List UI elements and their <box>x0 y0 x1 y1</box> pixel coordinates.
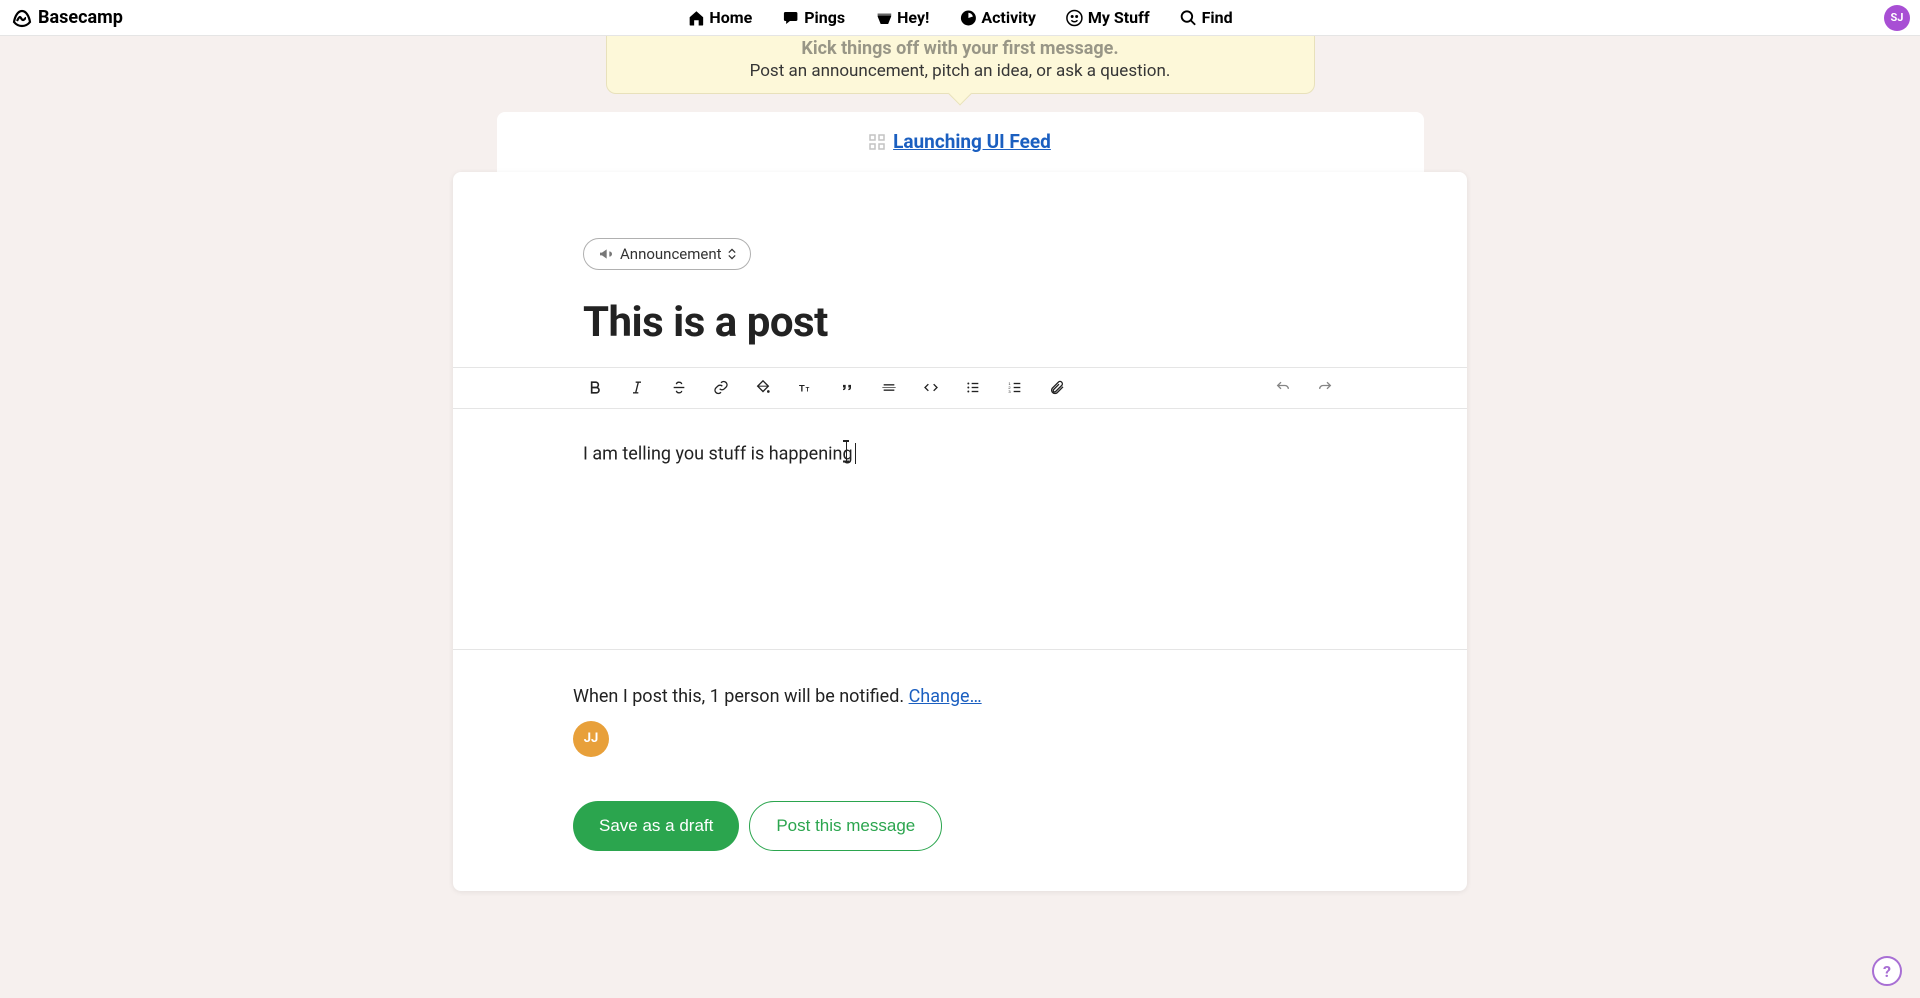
home-icon <box>687 9 705 27</box>
redo-icon <box>1317 378 1333 397</box>
formatting-toolbar: TT 123 <box>453 367 1467 409</box>
tip-subtitle: Post an announcement, pitch an idea, or … <box>623 61 1298 81</box>
editor-card: Announcement This is a post TT 123 <box>453 172 1467 891</box>
category-selector[interactable]: Announcement <box>583 238 751 270</box>
svg-text:3: 3 <box>1008 389 1011 394</box>
number-list-button[interactable]: 123 <box>1003 376 1027 400</box>
divider-icon <box>881 378 897 397</box>
number-list-icon: 123 <box>1007 378 1023 397</box>
italic-icon <box>629 378 645 397</box>
bold-button[interactable] <box>583 376 607 400</box>
redo-button[interactable] <box>1313 376 1337 400</box>
paint-bucket-icon <box>755 378 771 397</box>
main-nav: Home Pings Hey! Activity My Stuff Find <box>687 8 1232 27</box>
bullet-list-button[interactable] <box>961 376 985 400</box>
tip-banner: Kick things off with your first message.… <box>606 36 1315 94</box>
notify-prefix: When I post this, 1 person will be notif… <box>573 686 909 707</box>
grid-icon <box>869 134 885 150</box>
basecamp-logo-icon <box>10 6 34 30</box>
link-icon <box>713 378 729 397</box>
pings-icon <box>782 9 800 27</box>
italic-button[interactable] <box>625 376 649 400</box>
heading-icon: TT <box>797 378 813 397</box>
change-notify-link[interactable]: Change… <box>909 686 982 707</box>
bold-icon <box>587 378 603 397</box>
tip-title: Kick things off with your first message. <box>623 38 1298 59</box>
post-message-button[interactable]: Post this message <box>749 801 942 851</box>
hey-icon <box>875 9 893 27</box>
nav-home[interactable]: Home <box>687 8 752 27</box>
nav-mystuff-label: My Stuff <box>1088 8 1150 27</box>
save-draft-button[interactable]: Save as a draft <box>573 801 739 851</box>
strikethrough-icon <box>671 378 687 397</box>
user-avatar[interactable]: SJ <box>1884 5 1910 31</box>
color-button[interactable] <box>751 376 775 400</box>
nav-activity[interactable]: Activity <box>959 8 1036 27</box>
nav-find-label: Find <box>1202 8 1233 27</box>
project-link-bar: Launching UI Feed <box>497 112 1424 172</box>
undo-button[interactable] <box>1271 376 1295 400</box>
undo-icon <box>1275 378 1291 397</box>
top-navbar: Basecamp Home Pings Hey! Activity My Stu… <box>0 0 1920 36</box>
nav-activity-label: Activity <box>981 8 1036 27</box>
category-label: Announcement <box>620 245 722 263</box>
heading-button[interactable]: TT <box>793 376 817 400</box>
bullet-list-icon <box>965 378 981 397</box>
quote-button[interactable] <box>835 376 859 400</box>
svg-text:T: T <box>799 384 805 394</box>
nav-mystuff[interactable]: My Stuff <box>1066 8 1150 27</box>
project-link[interactable]: Launching UI Feed <box>869 130 1051 153</box>
editor-text: I am telling you stuff is happening <box>583 443 853 464</box>
project-link-label: Launching UI Feed <box>893 130 1051 153</box>
nav-find[interactable]: Find <box>1180 8 1233 27</box>
notify-line: When I post this, 1 person will be notif… <box>573 686 1347 707</box>
notify-avatar[interactable]: JJ <box>573 721 609 757</box>
divider-button[interactable] <box>877 376 901 400</box>
nav-hey-label: Hey! <box>897 8 929 27</box>
megaphone-icon <box>598 246 614 262</box>
code-button[interactable] <box>919 376 943 400</box>
brand[interactable]: Basecamp <box>0 6 123 30</box>
nav-home-label: Home <box>709 8 752 27</box>
paperclip-icon <box>1049 378 1065 397</box>
chevrons-icon <box>728 248 736 260</box>
nav-pings[interactable]: Pings <box>782 8 845 27</box>
mystuff-icon <box>1066 9 1084 27</box>
post-title-input[interactable]: This is a post <box>583 298 1337 347</box>
nav-pings-label: Pings <box>804 8 845 27</box>
link-button[interactable] <box>709 376 733 400</box>
strikethrough-button[interactable] <box>667 376 691 400</box>
brand-name: Basecamp <box>38 7 123 28</box>
post-footer: When I post this, 1 person will be notif… <box>453 649 1467 891</box>
quote-icon <box>839 378 855 397</box>
editor-body[interactable]: I am telling you stuff is happening <box>453 409 1467 649</box>
activity-icon <box>959 9 977 27</box>
attachment-button[interactable] <box>1045 376 1069 400</box>
help-button[interactable]: ? <box>1872 956 1902 986</box>
nav-hey[interactable]: Hey! <box>875 8 929 27</box>
code-icon <box>923 378 939 397</box>
svg-text:T: T <box>806 388 810 394</box>
search-icon <box>1180 9 1198 27</box>
